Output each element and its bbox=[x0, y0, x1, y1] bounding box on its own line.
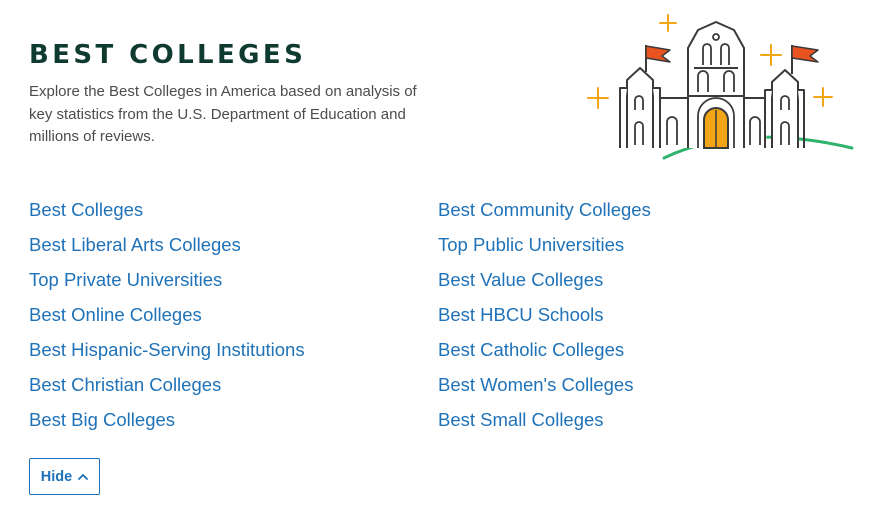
link-best-value-colleges[interactable]: Best Value Colleges bbox=[438, 262, 847, 297]
hide-button[interactable]: Hide bbox=[29, 458, 100, 495]
section-header: BEST COLLEGES Explore the Best Colleges … bbox=[29, 38, 429, 149]
link-best-hispanic-serving-institutions[interactable]: Best Hispanic-Serving Institutions bbox=[29, 332, 438, 367]
link-best-catholic-colleges[interactable]: Best Catholic Colleges bbox=[438, 332, 847, 367]
link-best-community-colleges[interactable]: Best Community Colleges bbox=[438, 192, 847, 227]
link-best-liberal-arts-colleges[interactable]: Best Liberal Arts Colleges bbox=[29, 227, 438, 262]
hide-button-label: Hide bbox=[40, 468, 73, 485]
link-best-small-colleges[interactable]: Best Small Colleges bbox=[438, 402, 847, 437]
link-top-public-universities[interactable]: Top Public Universities bbox=[438, 227, 847, 262]
section-title: BEST COLLEGES bbox=[29, 40, 307, 70]
link-top-private-universities[interactable]: Top Private Universities bbox=[29, 262, 438, 297]
college-links-grid: Best Colleges Best Community Colleges Be… bbox=[29, 192, 849, 437]
link-best-online-colleges[interactable]: Best Online Colleges bbox=[29, 297, 438, 332]
link-best-hbcu-schools[interactable]: Best HBCU Schools bbox=[438, 297, 847, 332]
link-best-big-colleges[interactable]: Best Big Colleges bbox=[29, 402, 438, 437]
link-best-christian-colleges[interactable]: Best Christian Colleges bbox=[29, 367, 438, 402]
chevron-up-icon bbox=[78, 473, 89, 480]
college-castle-icon bbox=[582, 10, 857, 165]
link-best-womens-colleges[interactable]: Best Women's Colleges bbox=[438, 367, 847, 402]
link-best-colleges[interactable]: Best Colleges bbox=[29, 192, 438, 227]
section-description: Explore the Best Colleges in America bas… bbox=[29, 83, 417, 145]
